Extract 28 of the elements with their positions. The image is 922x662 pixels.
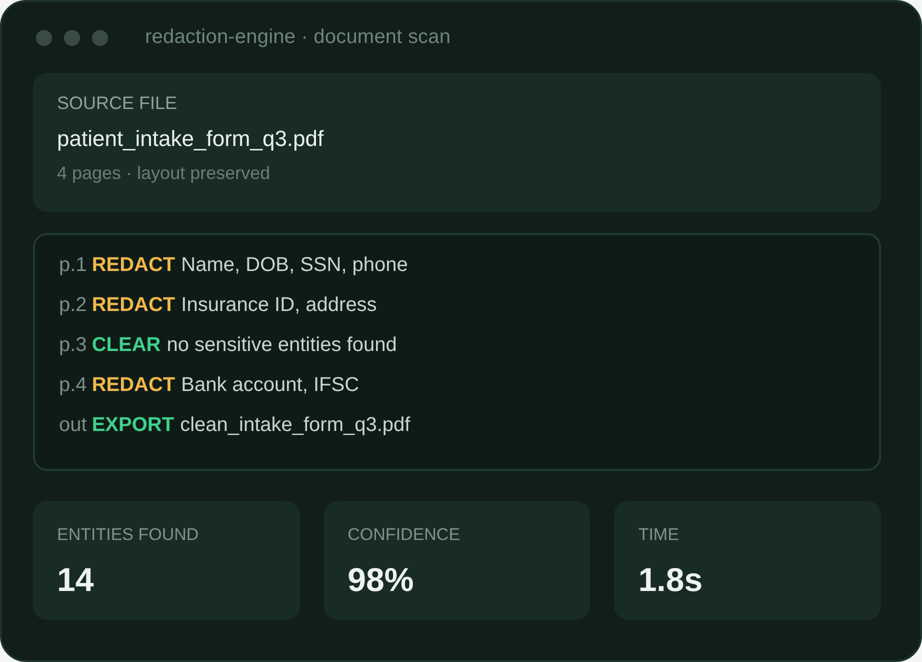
stat-label: ENTITIES FOUND (57, 524, 199, 546)
log-detail: Bank account, IFSC (181, 373, 360, 398)
stat-label: TIME (638, 524, 679, 546)
log-detail: Name, DOB, SSN, phone (181, 253, 408, 278)
stat-value: 14 (57, 560, 94, 600)
log-prefix: out (59, 413, 87, 438)
window-dot-icon (92, 30, 108, 46)
log-prefix: p.3 (59, 333, 87, 358)
window-title: redaction-engine · document scan (145, 26, 451, 49)
action-tag: EXPORT (92, 405, 174, 445)
file-name: patient_intake_form_q3.pdf (57, 125, 324, 153)
log-prefix: p.4 (59, 373, 87, 398)
file-details: 4 pages · layout preserved (57, 162, 270, 185)
action-tag: REDACT (92, 285, 176, 325)
log-detail: clean_intake_form_q3.pdf (180, 413, 410, 438)
stat-value: 98% (348, 560, 414, 600)
action-tag: CLEAR (92, 325, 161, 365)
window-dot-icon (64, 30, 80, 46)
action-tag: REDACT (92, 365, 176, 405)
log-prefix: p.1 (59, 253, 87, 278)
stat-label: CONFIDENCE (348, 524, 460, 546)
log-detail: Insurance ID, address (181, 293, 377, 318)
section-label: SOURCE FILE (57, 92, 178, 115)
window-dot-icon (36, 30, 52, 46)
log-prefix: p.2 (59, 293, 87, 318)
stat-value: 1.8s (638, 560, 703, 600)
action-tag: REDACT (92, 245, 176, 285)
log-detail: no sensitive entities found (166, 333, 397, 358)
